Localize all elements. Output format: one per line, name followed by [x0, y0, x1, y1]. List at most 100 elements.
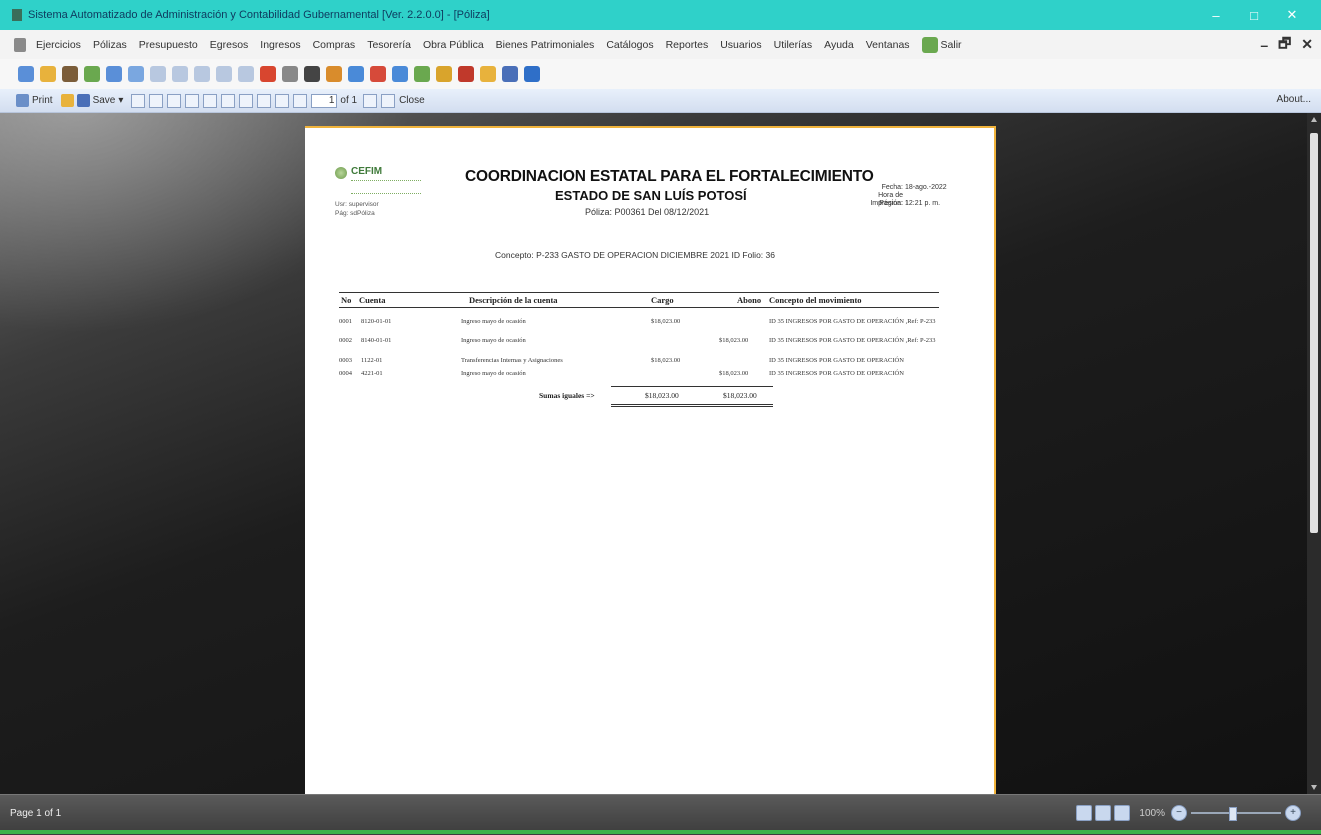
totals-bottom-rule [611, 404, 773, 405]
shield-icon[interactable] [436, 66, 452, 82]
single-view-icon[interactable] [1076, 805, 1093, 821]
dropdown-arrow-icon: ▾ [118, 95, 124, 106]
zoom-in-icon[interactable] [257, 93, 272, 108]
zoom-slider-knob[interactable] [1229, 807, 1237, 821]
two-pages-icon[interactable] [203, 93, 218, 108]
grid-icon[interactable] [150, 66, 166, 82]
menu-obra-publica[interactable]: Obra Pública [417, 39, 490, 51]
close-report-button[interactable]: Close [399, 95, 425, 106]
menu-usuarios[interactable]: Usuarios [714, 39, 767, 51]
menu-utilerias[interactable]: Utilerías [768, 39, 819, 51]
report-viewer-toolbar: Print Save ▾ 1 of 1 Close About... [0, 89, 1321, 113]
menu-ingresos[interactable]: Ingresos [254, 39, 306, 51]
scroll-up-icon[interactable] [1311, 117, 1317, 122]
menu-polizas[interactable]: Pólizas [87, 39, 133, 51]
about-button[interactable]: About... [1277, 94, 1311, 105]
menu-ejercicios[interactable]: Ejercicios [30, 39, 87, 51]
find-icon[interactable] [149, 93, 164, 108]
save-label: Save [92, 95, 116, 106]
menu-bienes-patrimoniales[interactable]: Bienes Patrimoniales [490, 39, 601, 51]
mdi-controls: – 🗗 ✕ [1260, 30, 1313, 59]
total-abono: $18,023.00 [723, 391, 757, 400]
money-icon[interactable] [84, 66, 100, 82]
grid-icon[interactable] [172, 66, 188, 82]
maximize-button[interactable]: □ [1235, 8, 1273, 23]
multi-view-icon[interactable] [1095, 805, 1112, 821]
minimize-button[interactable]: – [1197, 8, 1235, 23]
col-no: No [341, 295, 352, 305]
menu-presupuesto[interactable]: Presupuesto [133, 39, 204, 51]
save-icon [76, 94, 90, 107]
mdi-minimize-button[interactable]: – [1260, 37, 1268, 53]
chart-icon[interactable] [260, 66, 276, 82]
page-setup-icon[interactable] [167, 93, 182, 108]
document-icon[interactable] [106, 66, 122, 82]
exit-icon[interactable] [921, 36, 938, 53]
tree-icon[interactable] [458, 66, 474, 82]
briefcase-icon[interactable] [62, 66, 78, 82]
zoom-in-button[interactable]: + [1285, 805, 1301, 821]
open-folder-icon[interactable] [60, 94, 74, 107]
row-cargo: $18,023.00 [651, 357, 681, 364]
fecha-label: Fecha: [881, 184, 903, 191]
menu-egresos[interactable]: Egresos [204, 39, 255, 51]
menu-salir[interactable]: Salir [941, 39, 968, 51]
mdi-close-button[interactable]: ✕ [1301, 36, 1313, 53]
totals-label: Sumas iguales => [539, 391, 595, 400]
save-icon[interactable] [502, 66, 518, 82]
prev-page-icon[interactable] [293, 93, 308, 108]
table-row: 0004 4221-01 Ingreso mayo de ocasión $18… [339, 370, 939, 382]
last-page-icon[interactable] [381, 93, 396, 108]
people-icon[interactable] [480, 66, 496, 82]
next-page-icon[interactable] [363, 93, 378, 108]
menu-ventanas[interactable]: Ventanas [860, 39, 916, 51]
bar-chart-icon[interactable] [348, 66, 364, 82]
menu-ayuda[interactable]: Ayuda [818, 39, 860, 51]
fit-view-icon[interactable] [1114, 805, 1131, 821]
menu-tesoreria[interactable]: Tesorería [361, 39, 417, 51]
report-subtitle: ESTADO DE SAN LUÍS POTOSÍ [555, 188, 747, 203]
single-page-icon[interactable] [185, 93, 200, 108]
close-button[interactable]: ✕ [1273, 7, 1311, 23]
page-number-input[interactable]: 1 [311, 93, 338, 108]
save-button[interactable]: Save ▾ [76, 94, 124, 107]
tools-icon[interactable] [414, 66, 430, 82]
zoom-out-button[interactable]: − [1171, 805, 1187, 821]
first-page-icon[interactable] [275, 93, 290, 108]
grid-icon[interactable] [238, 66, 254, 82]
zoom-controls: 100% − + [1076, 805, 1301, 821]
scrollbar-thumb[interactable] [1310, 133, 1318, 533]
row-concepto: ID 35 INGRESOS POR GASTO DE OPERACIÓN ,R… [769, 318, 936, 325]
zoom-out-icon[interactable] [239, 93, 254, 108]
zoom-icon[interactable] [221, 93, 236, 108]
pie-chart-icon[interactable] [326, 66, 342, 82]
hora-value: 12:21 p. m. [905, 200, 941, 207]
print-button[interactable]: Print [16, 94, 53, 107]
help-icon[interactable] [524, 66, 540, 82]
title-bar: Sistema Automatizado de Administración y… [0, 0, 1321, 30]
menu-compras[interactable]: Compras [307, 39, 362, 51]
report-title: COORDINACION ESTATAL PARA EL FORTALECIMI… [465, 168, 874, 185]
mdi-restore-button[interactable]: 🗗 [1278, 33, 1291, 57]
mdi-child-icon[interactable] [14, 37, 26, 52]
report-icon[interactable] [128, 66, 144, 82]
row-concepto: ID 35 INGRESOS POR GASTO DE OPERACIÓN [769, 357, 904, 364]
gear-icon[interactable] [282, 66, 298, 82]
totals-top-rule [611, 386, 773, 387]
pin-icon[interactable] [370, 66, 386, 82]
frame-border [0, 830, 1321, 834]
scroll-down-icon[interactable] [1311, 785, 1317, 790]
grid-icon[interactable] [194, 66, 210, 82]
list-icon[interactable] [392, 66, 408, 82]
row-cuenta: 4221-01 [361, 370, 383, 377]
menu-reportes[interactable]: Reportes [660, 39, 715, 51]
calculator-icon[interactable] [304, 66, 320, 82]
folder-icon[interactable] [40, 66, 56, 82]
menu-catalogos[interactable]: Catálogos [600, 39, 659, 51]
status-bar: Page 1 of 1 100% − + [0, 794, 1321, 835]
vertical-scrollbar[interactable] [1307, 113, 1321, 794]
thumbnail-icon[interactable] [131, 93, 146, 108]
refresh-icon[interactable] [18, 66, 34, 82]
grid-icon[interactable] [216, 66, 232, 82]
zoom-slider[interactable] [1191, 807, 1281, 821]
